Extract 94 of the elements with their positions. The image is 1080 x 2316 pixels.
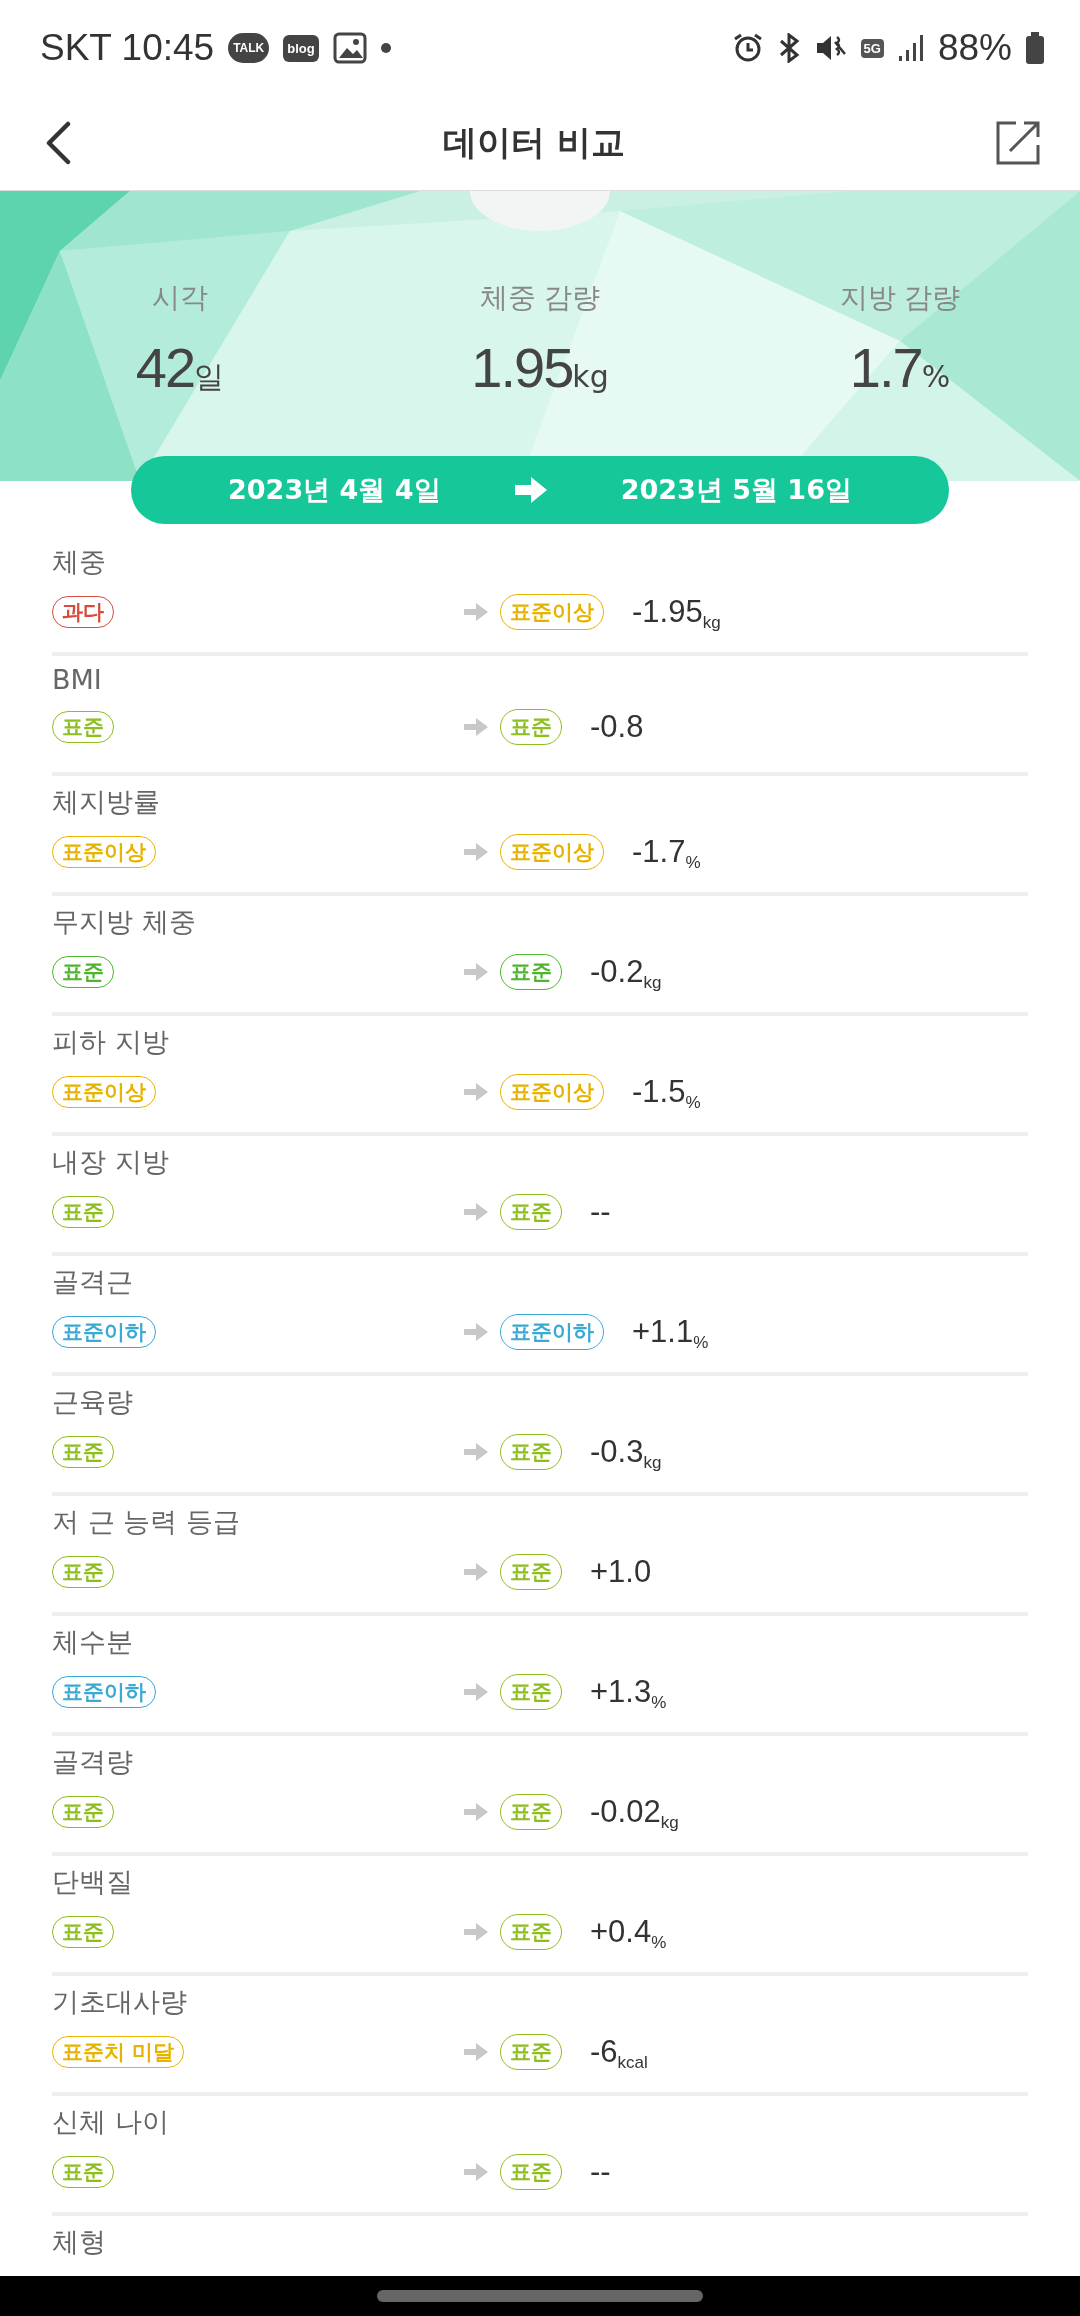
status-tag: 표준이상 [52,836,156,868]
change-value: -0.02$_{kg}$ [590,1794,679,1830]
metric-label: 체수분 [52,1625,133,1659]
metric-label: 단백질 [52,1865,133,1899]
metric-label: 체중 [52,545,106,579]
change-value: -- [590,1194,611,1230]
change-value: -1.5$_{%}$ [632,1074,701,1110]
back-button[interactable] [44,121,72,165]
change-value: +0.4$_{%}$ [590,1914,667,1950]
arrow-icon [464,1083,488,1101]
change-value: -1.7$_{%}$ [632,834,701,870]
arrow-icon [464,1923,488,1941]
status-tag: 표준이상 [52,1076,156,1108]
dot-icon [380,43,391,53]
status-tag: 표준 [500,2034,562,2070]
status-tag: 표준이상 [500,594,604,630]
change-value: -0.8 [590,709,644,745]
status-tag: 표준 [500,954,562,990]
signal-icon [897,34,924,62]
arrow-icon [464,843,488,861]
stat-value: 1.7% [849,335,951,400]
blog-notification-icon: blog [283,34,319,62]
metric-label: 내장 지방 [52,1145,169,1179]
status-tag: 표준 [52,711,114,743]
status-tag: 표준 [52,2156,114,2188]
end-date: 2023년 5월 16일 [620,473,852,507]
battery-percent: 88% [937,27,1012,69]
share-button[interactable] [996,121,1040,165]
change-value: -0.2$_{kg}$ [590,954,662,990]
metric-label: 무지방 체중 [52,905,196,939]
arrow-icon [464,603,488,621]
status-tag: 표준 [52,1196,114,1228]
alarm-icon [732,33,763,63]
network-type-icon: 5G [860,38,884,58]
arrow-icon [464,1323,488,1341]
arrow-icon [464,718,488,736]
battery-icon [1026,32,1044,64]
status-tag: 표준 [52,1916,114,1948]
status-tag: 표준 [52,1796,114,1828]
status-tag: 표준 [500,1194,562,1230]
status-tag: 표준이하 [52,1316,156,1348]
stat-label: 체중 감량 [479,280,601,316]
status-tag: 표준 [500,1794,562,1830]
change-value: +1.3$_{%}$ [590,1674,667,1710]
metric-label: 골격근 [52,1265,133,1299]
arrow-icon [464,1203,488,1221]
status-tag: 과다 [52,596,114,628]
stat-value: 42일 [135,335,225,400]
stat-value: 1.95kg [471,335,609,400]
metric-label: 저 근 능력 등급 [52,1505,240,1539]
status-tag: 표준 [52,1556,114,1588]
metric-label: 골격량 [52,1745,133,1779]
status-tag: 표준 [500,2154,562,2190]
status-tag: 표준치 미달 [52,2036,185,2068]
status-tag: 표준 [52,1436,114,1468]
arrow-icon [464,2043,488,2061]
metric-label: 체형 [52,2225,106,2259]
status-tag: 표준이상 [500,834,604,870]
status-tag: 표준 [500,1434,562,1470]
change-value: -0.3$_{kg}$ [590,1434,662,1470]
arrow-icon [464,1803,488,1821]
metric-label: 체지방률 [52,785,160,819]
metric-label: 근육량 [52,1385,133,1419]
status-tag: 표준이상 [500,1074,604,1110]
metric-label: 피하 지방 [52,1025,169,1059]
page-title: 데이터 비교 [443,121,625,164]
status-tag: 표준이하 [52,1676,156,1708]
arrow-icon [514,477,547,503]
status-tag: 표준 [500,1914,562,1950]
mute-icon [814,33,847,63]
stat-label: 지방 감량 [839,280,961,316]
status-tag: 표준 [52,956,114,988]
arrow-icon [464,2163,488,2181]
arrow-icon [464,963,488,981]
arrow-icon [464,1683,488,1701]
metric-label: BMI [52,664,102,695]
arrow-icon [464,1443,488,1461]
start-date: 2023년 4월 4일 [228,473,441,507]
status-tag: 표준 [500,709,562,745]
metric-label: 신체 나이 [52,2105,169,2139]
change-value: -- [590,2154,611,2190]
chat-notification-icon: TALK [228,33,270,63]
status-time: SKT 10:45 [40,27,215,69]
status-tag: 표준 [500,1674,562,1710]
stat-label: 시각 [152,280,208,316]
change-value: +1.0 [590,1554,652,1590]
change-value: -1.95$_{kg}$ [632,594,721,630]
status-tag: 표준 [500,1554,562,1590]
arrow-icon [464,1563,488,1581]
metric-label: 기초대사량 [52,1985,187,2019]
image-icon [332,32,367,64]
change-value: -6$_{kcal}$ [590,2034,648,2070]
status-tag: 표준이하 [500,1314,604,1350]
change-value: +1.1$_{%}$ [632,1314,709,1350]
